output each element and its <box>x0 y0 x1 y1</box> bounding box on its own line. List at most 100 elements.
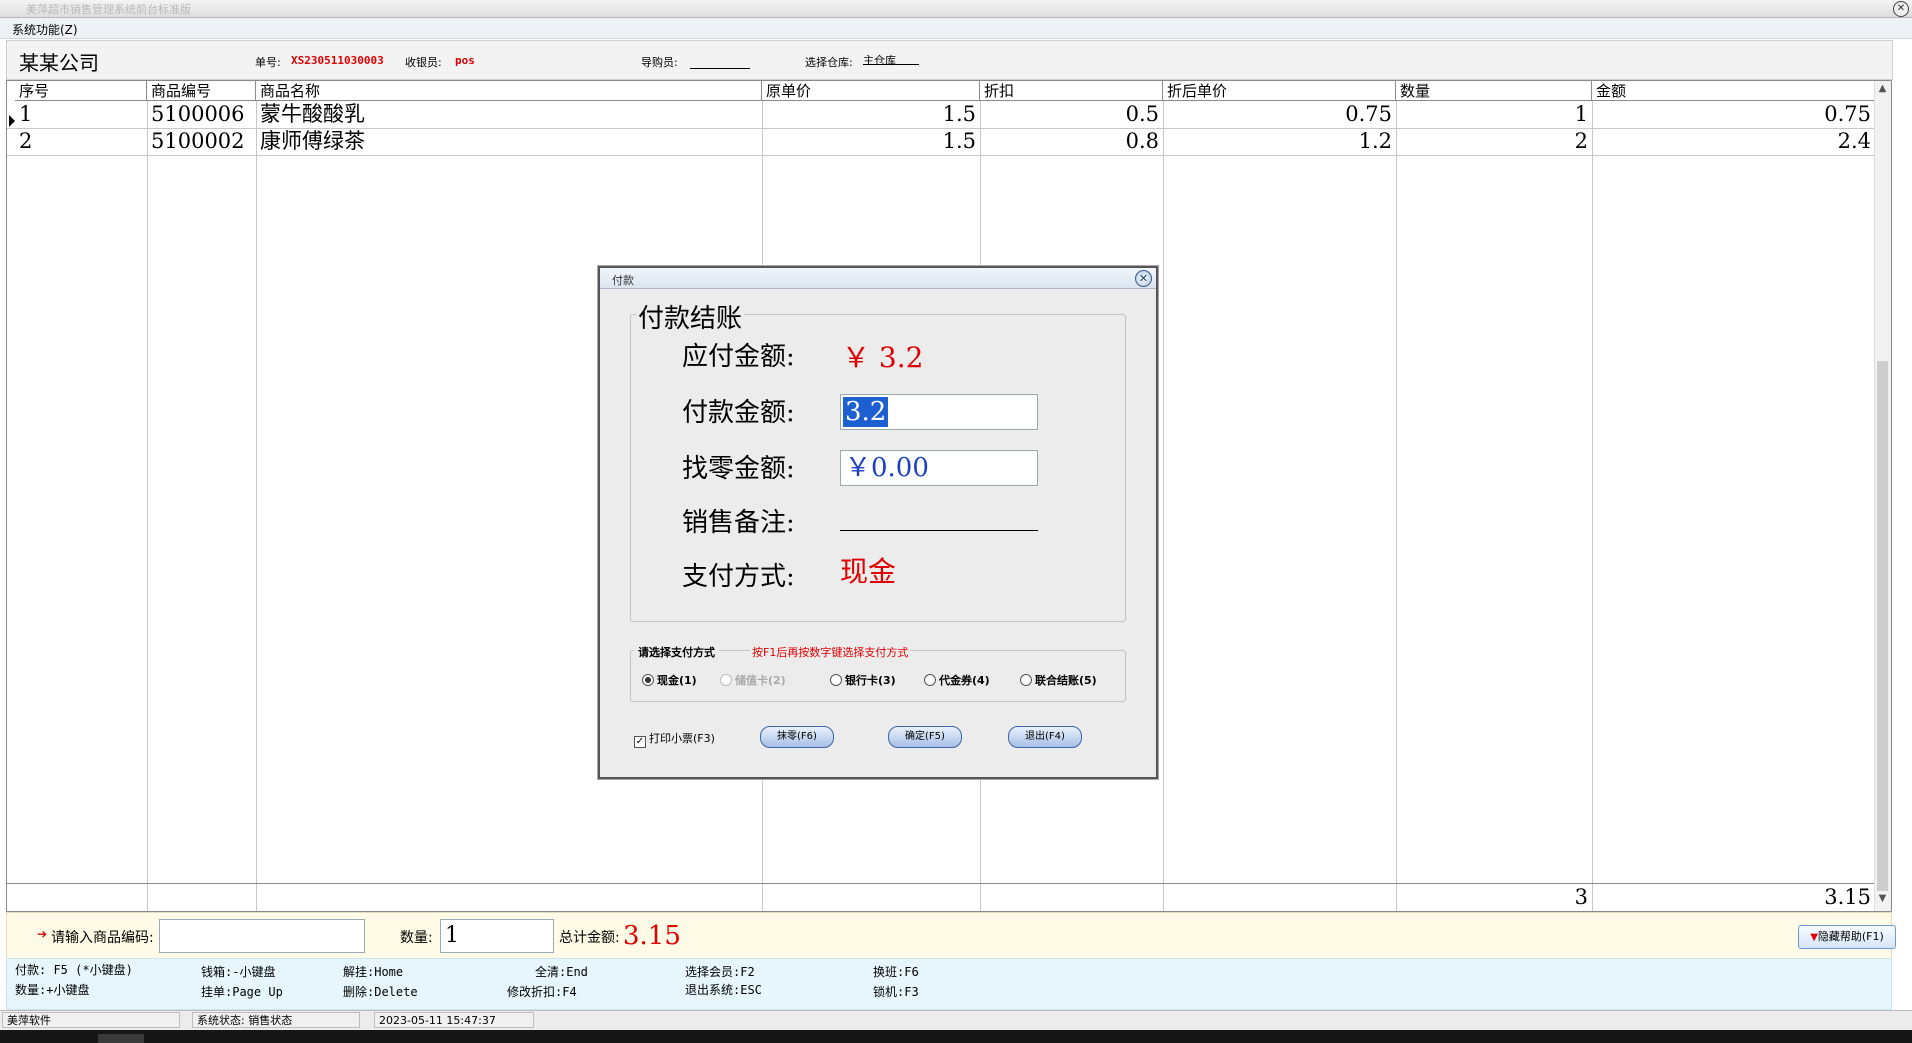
column-header-amount[interactable]: 金额 <box>1592 81 1875 101</box>
dialog-title: 付款 <box>612 274 634 287</box>
hide-help-button[interactable]: ▼隐藏帮助(F1) <box>1798 925 1896 949</box>
confirm-button[interactable]: 确定(F5) <box>888 726 962 748</box>
column-header-price[interactable]: 原单价 <box>762 81 980 101</box>
payment-amount-label: 付款金额: <box>682 398 795 428</box>
menu-bar: 系统功能(Z) <box>0 18 1912 39</box>
radio-icon <box>1020 674 1032 686</box>
payment-amount-input[interactable]: 3.2 <box>840 394 1038 430</box>
radio-cash[interactable]: 现金(1) <box>642 672 697 688</box>
shortcut-item: 修改折扣:F4 <box>507 985 577 999</box>
checkbox-checked-icon: ✓ <box>634 736 646 748</box>
radio-selected-icon <box>642 674 654 686</box>
exit-button[interactable]: 退出(F4) <box>1008 726 1082 748</box>
table-cell[interactable]: 蒙牛酸酸乳 <box>256 101 762 128</box>
change-amount-label: 找零金额: <box>682 454 795 484</box>
column-header-quantity[interactable]: 数量 <box>1396 81 1592 101</box>
payment-method-label: 支付方式: <box>682 562 795 592</box>
guide-field[interactable] <box>690 56 750 69</box>
radio-icon <box>924 674 936 686</box>
quantity-input[interactable]: 1 <box>440 919 554 953</box>
radio-voucher[interactable]: 代金券(4) <box>924 672 990 688</box>
cashier-value: pos <box>455 54 475 67</box>
table-cell[interactable]: 1.5 <box>762 101 980 128</box>
table-cell[interactable]: 1 <box>15 101 145 128</box>
change-amount-field[interactable]: ￥0.00 <box>840 450 1038 486</box>
scroll-down-icon[interactable]: ▼ <box>1877 893 1888 907</box>
table-cell[interactable]: 5100002 <box>147 128 256 155</box>
radio-stored-value-card: 储值卡(2) <box>720 672 786 688</box>
table-cell[interactable]: 0.8 <box>980 128 1163 155</box>
column-header-discounted-price[interactable]: 折后单价 <box>1163 81 1396 101</box>
quantity-total: 3 <box>1574 885 1588 909</box>
status-bar: 美萍软件 系统状态: 销售状态 2023-05-11 15:47:37 <box>0 1010 1912 1030</box>
window-title-bar: 美萍超市销售管理系统前台标准版 ✕ <box>0 0 1912 18</box>
shortcut-item: 全清:End <box>535 965 588 979</box>
shortcut-item: 选择会员:F2 <box>685 965 755 979</box>
current-row-marker-icon <box>9 115 15 127</box>
radio-bank-card[interactable]: 银行卡(3) <box>830 672 896 688</box>
dialog-close-icon[interactable]: ✕ <box>1135 270 1152 287</box>
shortcut-help: 付款: F5 (*小键盘) 数量:+小键盘 钱箱:-小键盘 挂单:Page Up… <box>6 958 1892 1010</box>
taskbar-item[interactable] <box>98 1034 144 1043</box>
table-cell[interactable]: 2 <box>15 128 145 155</box>
radio-label: 现金(1) <box>657 674 697 687</box>
window-close-icon[interactable]: ✕ <box>1893 1 1909 17</box>
table-cell[interactable]: 1 <box>1396 101 1592 128</box>
warehouse-select[interactable]: 主仓库 <box>863 52 919 67</box>
checkbox-label: 打印小票(F3) <box>649 732 715 745</box>
amount-due-value: ￥ 3.2 <box>842 341 924 374</box>
radio-combined[interactable]: 联合结账(5) <box>1020 672 1097 688</box>
table-cell[interactable]: 0.75 <box>1592 101 1875 128</box>
order-number-label: 单号: <box>255 56 281 69</box>
column-divider <box>1163 81 1397 911</box>
column-header-name[interactable]: 商品名称 <box>256 81 762 101</box>
table-cell[interactable]: 2.4 <box>1592 128 1875 155</box>
column-header-code[interactable]: 商品编号 <box>147 81 256 101</box>
table-cell[interactable]: 0.5 <box>980 101 1163 128</box>
hide-help-label: 隐藏帮助(F1) <box>1817 930 1884 943</box>
radio-label: 代金券(4) <box>939 674 990 687</box>
payment-method-hint: 按F1后再按数字键选择支付方式 <box>750 644 911 660</box>
scroll-up-icon[interactable]: ▲ <box>1877 83 1888 97</box>
scrollbar-thumb[interactable] <box>1877 361 1888 891</box>
print-receipt-checkbox[interactable]: ✓ 打印小票(F3) <box>634 730 715 748</box>
status-app-name: 美萍软件 <box>2 1012 180 1028</box>
order-number-value: XS230511030003 <box>291 54 384 67</box>
menu-system-functions[interactable]: 系统功能(Z) <box>12 21 78 38</box>
amount-total: 3.15 <box>1824 885 1871 909</box>
table-cell[interactable]: 1.2 <box>1163 128 1396 155</box>
table-cell[interactable]: 0.75 <box>1163 101 1396 128</box>
amount-due-label: 应付金额: <box>682 342 795 372</box>
table-cell[interactable]: 2 <box>1396 128 1592 155</box>
shortcut-item: 解挂:Home <box>343 965 404 979</box>
shortcut-item: 退出系统:ESC <box>685 983 762 997</box>
dialog-title-bar: 付款 ✕ <box>600 268 1156 289</box>
warehouse-label: 选择仓库: <box>805 56 853 69</box>
pointer-arrow-icon: ➔ <box>37 927 48 941</box>
window-title: 美萍超市销售管理系统前台标准版 <box>26 3 191 16</box>
triangle-down-icon: ▼ <box>1810 932 1818 943</box>
table-cell[interactable]: 康师傅绿茶 <box>256 128 762 155</box>
table-cell[interactable]: 1.5 <box>762 128 980 155</box>
company-name: 某某公司 <box>19 51 99 75</box>
column-header-discount[interactable]: 折扣 <box>980 81 1163 101</box>
radio-label: 联合结账(5) <box>1035 674 1097 687</box>
column-header-index[interactable]: 序号 <box>15 81 147 101</box>
shortcut-item: 换班:F6 <box>873 965 919 979</box>
entry-bar: ➔ 请输入商品编码: 数量: 1 总计金额: 3.15 ▼隐藏帮助(F1) <box>6 912 1896 960</box>
product-code-input[interactable] <box>159 919 365 953</box>
radio-icon <box>830 674 842 686</box>
row-divider <box>7 155 1875 156</box>
status-state: 系统状态: 销售状态 <box>192 1012 360 1028</box>
cashier-label: 收银员: <box>405 56 442 69</box>
sales-remark-input[interactable] <box>840 530 1038 531</box>
sales-remark-label: 销售备注: <box>682 508 795 538</box>
shortcut-item: 付款: F5 (*小键盘) <box>15 963 133 977</box>
vertical-scrollbar[interactable]: ▲ ▼ <box>1874 81 1891 911</box>
payment-method-value: 现金 <box>840 555 897 588</box>
order-header: 某某公司 单号: XS230511030003 收银员: pos 导购员: 选择… <box>6 40 1893 80</box>
shortcut-item: 锁机:F3 <box>873 985 919 999</box>
column-divider <box>7 81 148 911</box>
round-off-button[interactable]: 抹零(F6) <box>760 726 834 748</box>
table-cell[interactable]: 5100006 <box>147 101 256 128</box>
